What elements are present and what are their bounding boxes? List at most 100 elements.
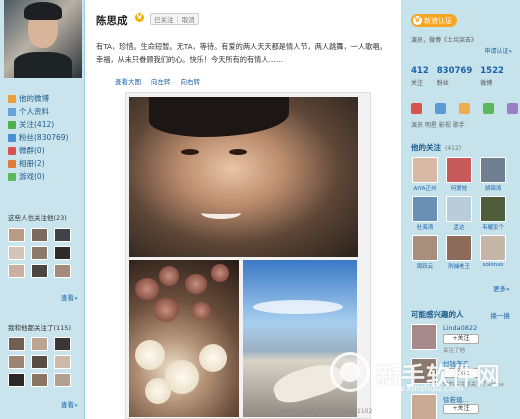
site-watermark-url: www.xinshou.com (382, 384, 464, 394)
fans-section-title: 这些人也关注他(23) (8, 214, 67, 222)
sidebar-item-label: 个人资料 (19, 107, 49, 116)
avatar[interactable] (31, 228, 48, 242)
follow-button[interactable]: +关注 (443, 404, 479, 414)
mail-icon[interactable] (435, 103, 446, 114)
sidebar-nav: 他的微博 个人资料 关注(412) 粉丝(830769) 微群(0) 相册(2)… (8, 92, 84, 183)
profile-bio: 演员，微博《士兵突击》 (411, 37, 478, 44)
gift-icon[interactable] (459, 103, 470, 114)
rotate-left-button[interactable]: 向左转 (151, 76, 171, 86)
share-icon[interactable] (483, 103, 494, 114)
cancel-follow-button[interactable]: 取消 (182, 14, 195, 24)
follows-more-link[interactable]: 更多» (493, 283, 510, 293)
holding-hands-photo (243, 260, 357, 417)
group-icon (8, 146, 16, 155)
apply-cert-link[interactable]: 申请认证» (484, 46, 512, 55)
rotate-right-button[interactable]: 向右转 (181, 76, 201, 86)
verified-icon: V (413, 16, 422, 25)
profile-avatar[interactable] (4, 0, 82, 78)
stat-posts[interactable]: 1522 微博 (480, 66, 504, 87)
verification-badge[interactable]: V 新浪认证 (411, 14, 457, 27)
sidebar-item-weibo[interactable]: 他的微博 (8, 92, 84, 105)
avatar[interactable] (31, 246, 48, 260)
avatar[interactable] (54, 355, 71, 369)
avatar (446, 196, 472, 222)
sidebar-item-label: 相册(2) (19, 159, 45, 168)
post-text: 有TA，珍惜。生命短暂。无TA，等待。有爱的两人天天都是情人节，两人跳舞，一人歌… (96, 42, 387, 64)
game-icon (8, 172, 16, 181)
avatar (446, 235, 472, 261)
avatar (412, 235, 438, 261)
sidebar-item-game[interactable]: 游戏(0) (8, 170, 84, 183)
avatar[interactable] (31, 264, 48, 278)
avatar[interactable] (31, 355, 48, 369)
view-large-button[interactable]: 查看大图 (115, 76, 141, 86)
avatar[interactable] (54, 373, 71, 387)
common-section-title: 我和他都关注了(115) (8, 324, 71, 332)
avatar[interactable] (411, 394, 437, 419)
follow-item[interactable]: 何爱桂 (445, 157, 473, 192)
avatar[interactable] (8, 246, 25, 260)
follow-item[interactable]: 孟达 (445, 196, 473, 231)
sidebar-item-label: 微群(0) (19, 146, 45, 155)
fans-more-link[interactable]: 查看» (61, 292, 78, 302)
site-logo-inner (340, 362, 360, 382)
suggestion-name[interactable]: Linda0822 (443, 324, 477, 332)
stat-fans[interactable]: 830769 粉丝 (437, 66, 473, 87)
avatar[interactable] (54, 228, 71, 242)
follows-grid: AIYA正州 何爱桂 胡锦涛 杜海涛 孟达 韦耀宏个 周跃云 刑捕老王 solo… (411, 157, 507, 270)
follow-button[interactable]: +关注 (443, 334, 479, 344)
avatar (446, 157, 472, 183)
avatar[interactable] (54, 337, 71, 351)
follow-item[interactable]: 胡锦涛 (479, 157, 507, 192)
more-icon[interactable] (507, 103, 518, 114)
avatar (412, 157, 438, 183)
cert-label: 新浪认证 (424, 16, 452, 25)
follow-item[interactable]: solonso (479, 235, 507, 270)
avatar[interactable] (8, 228, 25, 242)
avatar[interactable] (411, 324, 437, 350)
avatar[interactable] (31, 337, 48, 351)
follow-item[interactable]: AIYA正州 (411, 157, 439, 192)
stat-follow[interactable]: 412 关注 (411, 66, 429, 87)
msg-icon[interactable] (411, 103, 422, 114)
sidebar-item-label: 关注(412) (19, 120, 55, 129)
sidebar-item-fans[interactable]: 粉丝(830769) (8, 131, 84, 144)
follow-icon (8, 120, 16, 129)
avatar[interactable] (54, 264, 71, 278)
sidebar-item-label: 游戏(0) (19, 172, 45, 181)
avatar[interactable] (8, 337, 25, 351)
profile-name[interactable]: 陈思成 (96, 13, 128, 28)
picture-toolbar: 查看大图 向左转 向右转 (115, 76, 200, 86)
avatar[interactable] (8, 355, 25, 369)
follow-item[interactable]: 杜海涛 (411, 196, 439, 231)
swap-suggestions-button[interactable]: 换一换 (491, 310, 511, 320)
follows-count: (412) (445, 145, 462, 152)
sidebar-item-label: 他的微博 (19, 94, 49, 103)
sidebar-item-group[interactable]: 微群(0) (8, 144, 84, 157)
sidebar-item-label: 粉丝(830769) (19, 133, 69, 142)
profile-tags: 演员 明星 影视 歌手 (411, 122, 465, 129)
album-icon (8, 159, 16, 168)
avatar[interactable] (8, 264, 25, 278)
avatar[interactable] (31, 373, 48, 387)
follow-item[interactable]: 刑捕老王 (445, 235, 473, 270)
sidebar-item-album[interactable]: 相册(2) (8, 157, 84, 170)
sidebar-item-follow[interactable]: 关注(412) (8, 118, 84, 131)
suggestions-title: 可能感兴趣的人 (411, 310, 464, 319)
image-url-caption: weibo.com/u/chensicheng1102 (279, 408, 373, 415)
follow-item[interactable]: 韦耀宏个 (479, 196, 507, 231)
common-more-link[interactable]: 查看» (61, 399, 78, 409)
sidebar-item-profile[interactable]: 个人资料 (8, 105, 84, 118)
portrait-photo (129, 97, 358, 257)
suggestion-name[interactable]: 徐若瑄... (443, 394, 469, 404)
avatar (480, 157, 506, 183)
divider: | (176, 15, 179, 23)
profile-icon (8, 107, 16, 116)
verified-icon: V (135, 13, 144, 22)
flowers-photo (129, 260, 239, 417)
fans-icon (8, 133, 16, 142)
follow-item[interactable]: 周跃云 (411, 235, 439, 270)
avatar[interactable] (54, 246, 71, 260)
avatar (412, 196, 438, 222)
avatar[interactable] (8, 373, 25, 387)
